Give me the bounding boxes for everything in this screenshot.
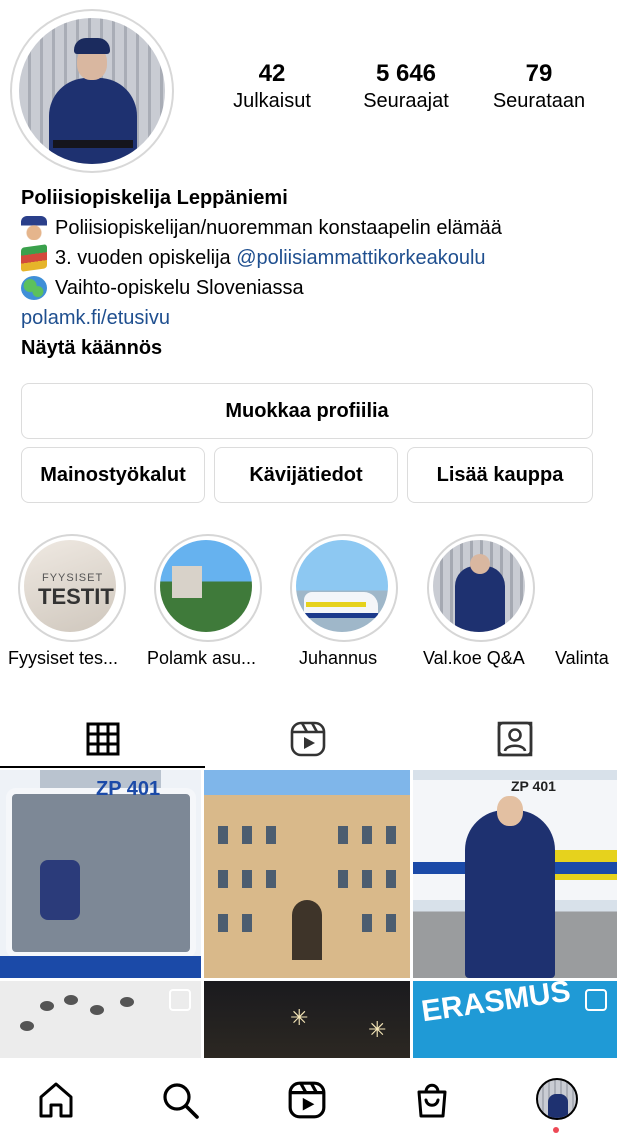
post-thumbnail[interactable]: ZP 401 [413,770,617,978]
nav-profile-avatar[interactable] [536,1078,578,1120]
search-icon [163,1083,199,1119]
posts-count-stat[interactable]: 42 Julkaisut [222,60,322,114]
post-thumbnail[interactable] [204,770,410,978]
active-tab-indicator [0,766,205,768]
nav-home[interactable] [34,1078,78,1122]
post-text: ZP 401 [96,778,161,800]
edit-profile-button[interactable]: Muokkaa profiilia [21,383,593,439]
highlight-cover [160,540,252,632]
bio-mention-link[interactable]: @poliisiammattikorkeakoulu [236,243,485,273]
highlight-label: Valinta [555,648,609,668]
grid-icon [86,722,119,756]
reels-icon [290,721,325,757]
profile-name: Poliisiopiskelija Leppäniemi [21,187,288,209]
carousel-icon [585,989,607,1011]
bio-website-link[interactable]: polamk.fi/etusivu [21,303,611,333]
post-thumbnail[interactable] [0,981,201,1058]
highlight-label: Val.koe Q&A [423,648,525,668]
followers-label: Seuraajat [363,90,449,112]
tab-posts[interactable] [0,710,205,768]
highlight-label: Juhannus [299,648,378,668]
following-label: Seurataan [492,90,586,112]
nav-search[interactable] [158,1078,202,1122]
ad-tools-button[interactable]: Mainostyökalut [21,447,205,503]
post-thumbnail[interactable]: ✳ ✳ [204,981,410,1058]
nav-shop[interactable] [410,1078,454,1122]
post-thumbnail[interactable]: ZP 401 [0,770,201,978]
tagged-person-icon [497,721,532,757]
police-officer-icon [21,216,47,240]
tab-reels[interactable] [205,710,410,768]
followers-stat[interactable]: 5 646 Seuraajat [350,60,462,114]
posts-count: 42 [258,60,286,87]
post-thumbnail[interactable]: ERASMUS [413,981,617,1058]
highlight-label: Fyysiset tes... [8,648,119,668]
highlight-cover: FYYSISET TESTIT [24,540,116,632]
bottom-navigation [0,1058,617,1138]
followers-count: 5 646 [375,60,437,87]
see-translation-link[interactable]: Näytä käännös [21,333,611,363]
notification-dot [553,1127,559,1133]
profile-bio: Poliisiopiskelija Leppäniemi Poliisiopis… [21,183,611,363]
highlight-cover-text-large: TESTIT [38,584,114,609]
globe-icon [21,276,47,300]
reels-icon [288,1081,326,1119]
nav-reels[interactable] [285,1078,329,1122]
highlight-cover-text-small: FYYSISET [42,572,104,584]
bio-line-1: Poliisiopiskelijan/nuoremman konstaapeli… [55,217,502,239]
following-stat[interactable]: 79 Seurataan [482,60,596,114]
highlight-cover [296,540,388,632]
highlight-cover [433,540,525,632]
add-shop-button[interactable]: Lisää kauppa [407,447,593,503]
profile-avatar-ring[interactable] [10,9,174,173]
bio-line-2-prefix: 3. vuoden opiskelija [55,247,237,269]
bio-line-3: Vaihto-opiskelu Sloveniassa [55,277,304,299]
posts-label: Julkaisut [233,90,311,112]
home-icon [39,1082,73,1118]
shopping-bag-icon [417,1083,447,1118]
following-count: 79 [525,60,553,87]
highlight-label: Polamk asu... [147,648,257,668]
tab-tagged[interactable] [412,710,617,768]
post-text: ERASMUS [419,981,573,1029]
profile-avatar [19,18,165,164]
post-text: ZP 401 [511,778,556,794]
insights-button[interactable]: Kävijätiedot [214,447,398,503]
books-icon [21,244,47,272]
carousel-icon [169,989,191,1011]
